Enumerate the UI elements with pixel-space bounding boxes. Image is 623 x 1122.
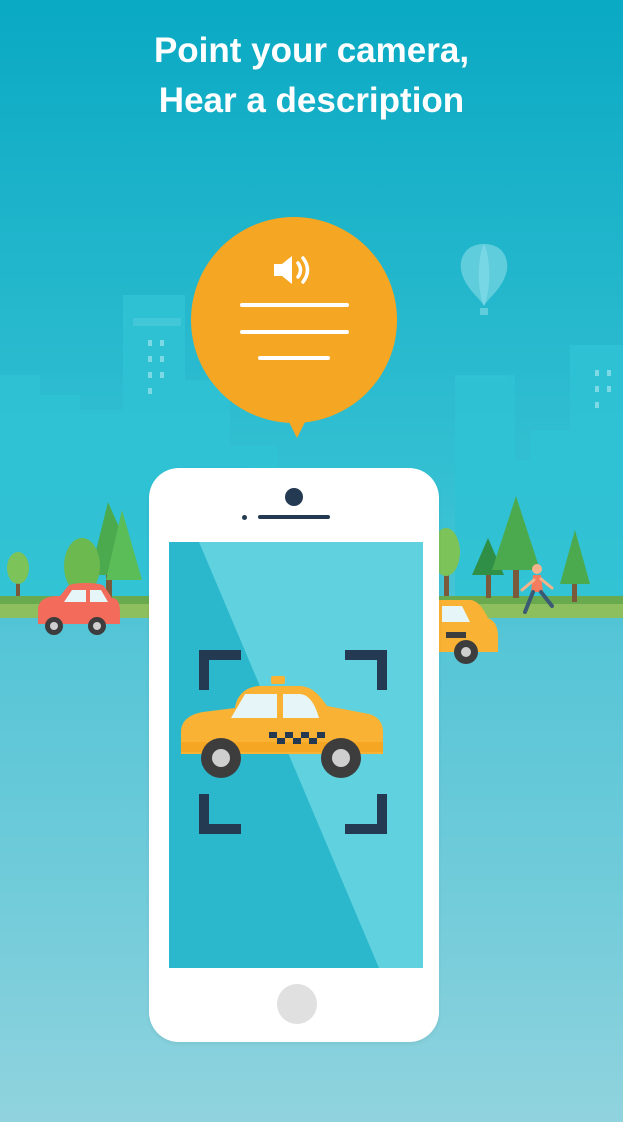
front-camera xyxy=(285,488,303,506)
text-line-3 xyxy=(258,356,330,360)
speech-bubble-tail xyxy=(280,404,314,438)
phone-device: Tт xyxy=(149,468,439,1042)
headline-line-2: Hear a description xyxy=(158,81,465,120)
text-line-1 xyxy=(240,303,349,307)
home-button[interactable] xyxy=(277,984,317,1024)
headline-line-1: Point your camera, xyxy=(153,31,470,70)
text-line-2 xyxy=(240,330,349,334)
camera-viewfinder: Tт xyxy=(169,542,423,968)
headline: Point your camera, Hear a description xyxy=(0,26,623,126)
speaker-icon xyxy=(274,256,310,284)
viewfinder-scene xyxy=(181,542,423,968)
hot-air-balloon xyxy=(460,244,508,315)
proximity-sensor xyxy=(242,515,247,520)
earpiece-speaker xyxy=(258,515,330,519)
app-store-screenshot: Point your camera, Hear a description xyxy=(0,0,623,1122)
speech-bubble xyxy=(191,217,397,423)
